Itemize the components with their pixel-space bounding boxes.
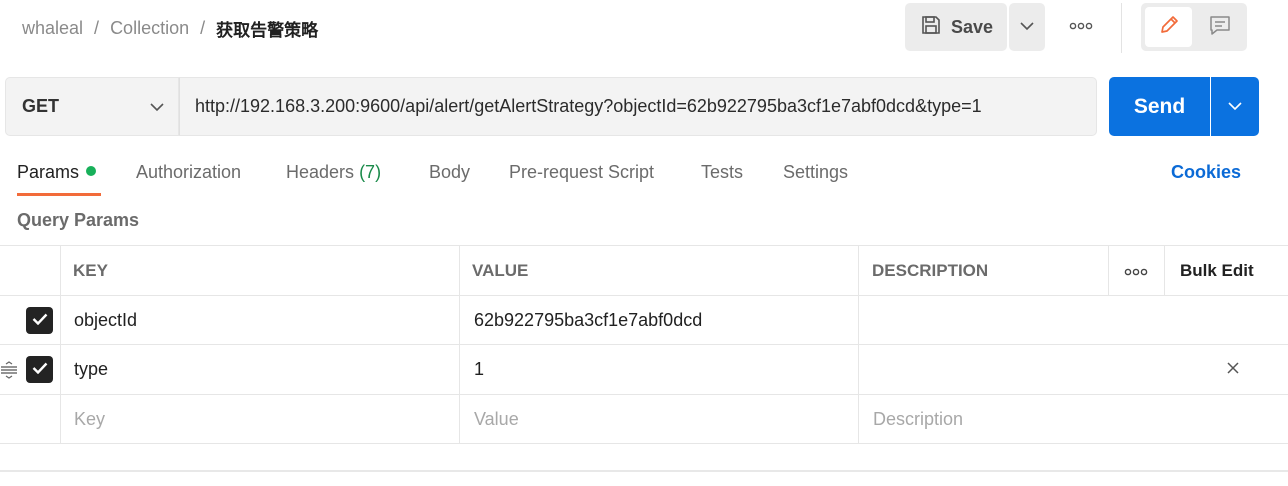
breadcrumb-workspace[interactable]: whaleal xyxy=(22,18,83,39)
more-icon xyxy=(1069,17,1093,35)
column-header-key: KEY xyxy=(73,260,108,280)
new-description-input[interactable]: Description xyxy=(873,395,963,443)
table-row-new: Key Value Description xyxy=(0,395,1288,444)
tab-params[interactable]: Params xyxy=(17,162,97,183)
tab-settings[interactable]: Settings xyxy=(783,162,848,183)
param-value-cell[interactable]: 1 xyxy=(474,345,484,394)
header-divider xyxy=(1121,3,1122,53)
save-options-button[interactable] xyxy=(1009,3,1045,51)
save-button[interactable]: Save xyxy=(905,3,1007,51)
headers-count: (7) xyxy=(359,162,382,182)
breadcrumb-separator: / xyxy=(200,18,206,38)
save-icon xyxy=(920,14,942,41)
more-actions-button[interactable] xyxy=(1066,16,1096,36)
tab-label: Body xyxy=(429,162,471,182)
request-header: whaleal / Collection / 获取告警策略 Save xyxy=(0,0,1288,56)
breadcrumb: whaleal / Collection / 获取告警策略 xyxy=(22,16,318,41)
send-options-button[interactable] xyxy=(1211,77,1259,136)
column-header-description: DESCRIPTION xyxy=(872,260,989,280)
chevron-down-icon xyxy=(1228,98,1242,116)
param-value-cell[interactable]: 62b922795ba3cf1e7abf0dcd xyxy=(474,296,702,344)
table-row: objectId 62b922795ba3cf1e7abf0dcd xyxy=(0,296,1288,345)
delete-row-button[interactable] xyxy=(1226,345,1240,394)
more-icon xyxy=(1124,261,1148,281)
request-tabs: Params Authorization Headers (7) Body Pr… xyxy=(0,150,1288,196)
edit-mode-button[interactable] xyxy=(1145,7,1192,47)
tab-label: Headers xyxy=(286,162,355,182)
checkbox-checked-icon xyxy=(32,312,48,330)
pane-divider[interactable] xyxy=(0,470,1288,472)
chevron-down-icon xyxy=(1020,18,1034,36)
mode-toggle xyxy=(1141,3,1247,51)
table-row: type 1 xyxy=(0,345,1288,395)
param-key-cell[interactable]: type xyxy=(74,345,108,394)
column-header-value: VALUE xyxy=(472,260,529,280)
url-input[interactable]: http://192.168.3.200:9600/api/alert/getA… xyxy=(179,77,1097,136)
row-enabled-checkbox[interactable] xyxy=(26,307,53,334)
param-key-cell[interactable]: objectId xyxy=(74,296,137,344)
close-icon xyxy=(1226,359,1240,380)
row-enabled-checkbox[interactable] xyxy=(26,356,53,383)
send-button[interactable]: Send xyxy=(1109,77,1210,136)
active-tab-underline xyxy=(17,193,101,196)
tab-pre-request-script[interactable]: Pre-request Script xyxy=(509,162,654,183)
comments-mode-button[interactable] xyxy=(1197,7,1243,47)
checkbox-checked-icon xyxy=(32,361,48,379)
new-key-input[interactable]: Key xyxy=(74,395,105,443)
tab-label: Params xyxy=(17,162,80,182)
tab-authorization[interactable]: Authorization xyxy=(136,162,241,183)
query-params-title: Query Params xyxy=(17,210,140,230)
request-name[interactable]: 获取告警策略 xyxy=(216,16,318,41)
tab-label: Tests xyxy=(701,162,744,182)
pencil-icon xyxy=(1157,13,1181,42)
drag-handle-icon[interactable] xyxy=(0,345,18,394)
tab-label: Authorization xyxy=(136,162,242,182)
breadcrumb-collection[interactable]: Collection xyxy=(110,18,189,39)
comment-icon xyxy=(1208,13,1232,42)
tab-tests[interactable]: Tests xyxy=(701,162,743,183)
method-select[interactable]: GET xyxy=(5,77,179,136)
tab-body[interactable]: Body xyxy=(429,162,470,183)
new-value-input[interactable]: Value xyxy=(474,395,519,443)
params-indicator-dot xyxy=(86,166,97,176)
table-header-row: KEY VALUE DESCRIPTION Bulk Edit xyxy=(0,245,1288,296)
cookies-link[interactable]: Cookies xyxy=(1171,162,1241,183)
tab-label: Settings xyxy=(783,162,849,182)
method-label: GET xyxy=(22,96,60,116)
save-label: Save xyxy=(951,16,994,37)
column-options-button[interactable] xyxy=(1124,246,1148,295)
chevron-down-icon xyxy=(150,99,164,117)
bulk-edit-button[interactable]: Bulk Edit xyxy=(1180,246,1254,295)
breadcrumb-separator: / xyxy=(94,18,100,38)
tab-label: Pre-request Script xyxy=(509,162,655,182)
tab-headers[interactable]: Headers (7) xyxy=(286,162,381,183)
